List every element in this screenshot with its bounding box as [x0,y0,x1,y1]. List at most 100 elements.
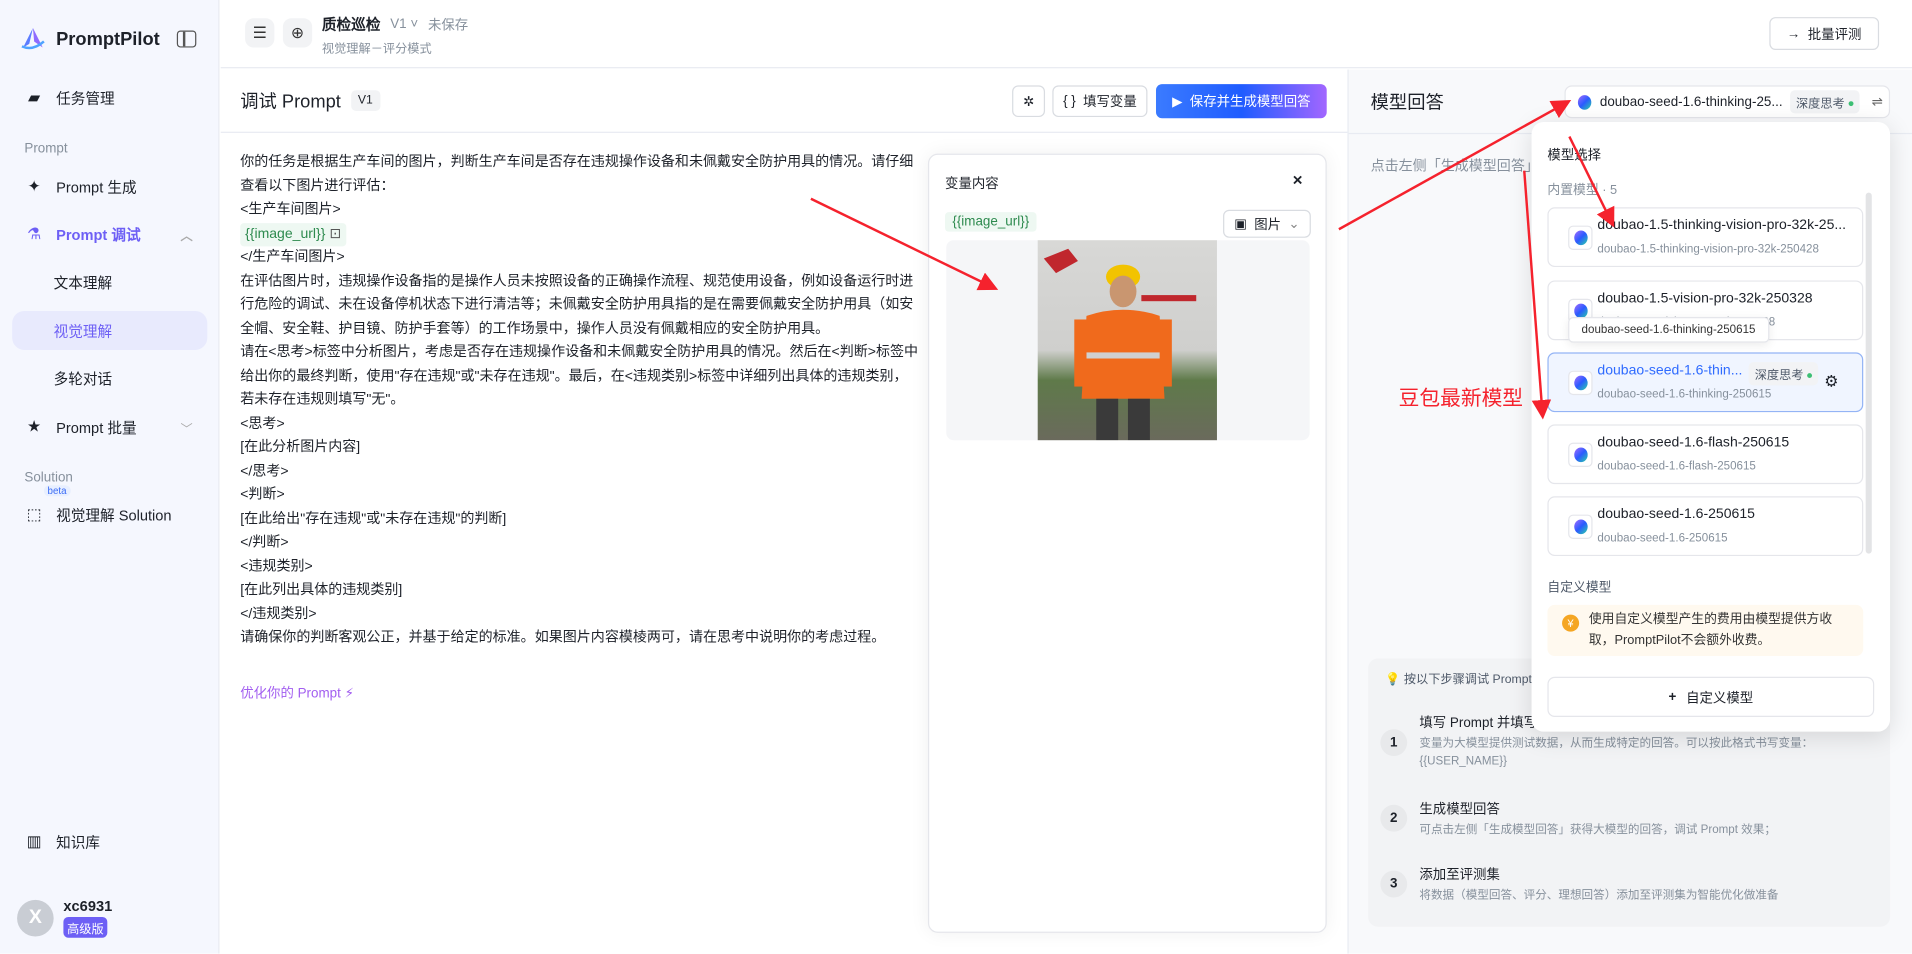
prompt-line: </判断> [240,535,289,550]
settings-sliders-icon[interactable]: ⇌ [1872,94,1883,110]
save-generate-label: 保存并生成模型回答 [1189,95,1311,110]
folder-icon: ▰ [28,87,41,107]
sidebar-collapse-icon[interactable] [176,30,197,48]
sparkle-wand-icon: ⚡ [344,686,355,702]
version-label: V1 [390,16,407,32]
editor-title: 调试 Prompt [240,91,341,113]
sidebar-item-knowledge[interactable]: ▥ 知识库 [12,822,207,861]
step-description: 可点击左侧「生成模型回答」获得大模型的回答，调试 Prompt 效果； [1419,823,1776,837]
step-description: 变量为大模型提供测试数据，从而生成特定的回答。可以按此格式书写变量：{{USER… [1419,736,1814,769]
model-option-id: doubao-1.5-thinking-vision-pro-32k-25042… [1597,242,1819,257]
uploaded-worker-photo [1037,240,1217,441]
sidebar-item-multi-turn[interactable]: 多轮对话 [12,359,207,398]
books-icon: ▥ [26,831,42,850]
sidebar-item-vision-solution[interactable]: beta ⬚ 视觉理解 Solution [12,485,207,534]
variable-panel: 变量内容 × {{image_url}} ▣ 图片 ⌄ [927,153,1327,933]
sidebar-item-prompt-batch[interactable]: ★ Prompt 批量 ﹀ [12,407,207,446]
braces-icon: { } [1063,93,1076,109]
avatar: X [17,899,54,937]
dropdown-scrollbar[interactable] [1865,192,1872,554]
optimize-prompt-link[interactable]: 优化你的 Prompt ⚡ [240,683,354,703]
app-name: PromptPilot [56,28,160,50]
add-custom-model-button[interactable]: + 自定义模型 [1547,676,1875,718]
response-title: 模型回答 [1370,92,1444,114]
plan-badge: 高级版 [63,916,108,938]
batch-eval-button[interactable]: → 批量评测 [1769,17,1880,50]
prompt-line: </生产车间图片> [240,249,345,265]
magic-wand-icon: ✦ [27,176,41,196]
add-custom-model-label: 自定义模型 [1686,690,1754,706]
flask-icon: ⚗ [27,224,42,243]
editor-version-tag: V1 [350,90,381,111]
prompt-line: <生产车间图片> [240,202,341,218]
variable-name: {{image_url}} [245,226,326,241]
steps-guide-title: 💡 按以下步骤调试 Prompt [1385,668,1532,686]
save-generate-button[interactable]: ▶ 保存并生成模型回答 [1155,84,1327,119]
model-option-selected[interactable]: doubao-seed-1.6-thin... 深度思考 ⚙ doubao-seed-… [1547,352,1864,413]
beta-badge: beta [43,485,71,497]
arrow-right-icon: → [1787,26,1801,41]
prompt-line: </违规类别> [240,606,317,622]
sidebar-item-label: 视觉理解 Solution [56,506,172,524]
prompt-editor[interactable]: 你的任务是根据生产车间的图片，判断生产车间是否存在违规操作设备和未佩戴安全防护用… [240,151,918,650]
model-option[interactable]: doubao-seed-1.6-250615 doubao-seed-1.6-25… [1547,496,1864,557]
model-selector[interactable]: doubao-seed-1.6-thinking-25... 深度思考 ⇌ [1564,85,1891,119]
model-option-id: doubao-seed-1.6-thinking-250615 [1597,387,1772,402]
image-preview-area[interactable] [946,240,1310,441]
step-number: 3 [1380,870,1408,898]
save-status: 未保存 [427,17,469,33]
model-option-id: doubao-seed-1.6-flash-250615 [1597,459,1756,474]
chevron-up-icon: ︿ [180,229,193,244]
add-circle-icon[interactable]: ⊕ [282,18,313,48]
model-option[interactable]: doubao-seed-1.6-flash-250615 doubao-seed-… [1547,424,1864,485]
deep-think-label: 深度思考 [1754,369,1804,383]
close-icon[interactable]: × [1293,169,1303,189]
doubao-logo-icon [1568,514,1593,539]
deep-think-badge: 深度思考 [1789,90,1860,114]
variable-panel-title: 变量内容 [945,176,999,192]
fill-variables-button[interactable]: { } 填写变量 [1052,85,1148,118]
image-upload-icon[interactable]: ⊡ [329,226,341,241]
batch-eval-label: 批量评测 [1807,27,1862,43]
cube-scan-icon: ⬚ [26,504,42,524]
prompt-line: </思考> [240,463,289,479]
model-option[interactable]: doubao-1.5-thinking-vision-pro-32k-25...… [1547,207,1864,268]
fee-notice-text: 使用自定义模型产生的费用由模型提供方收取，PromptPilot不会额外收费。 [1588,612,1833,648]
sidebar-item-label: Prompt 生成 [56,178,137,196]
sidebar-item-prompt-debug[interactable]: ⚗ Prompt 调试 ︿ [12,215,207,254]
magic-icon[interactable]: ✲ [1012,85,1046,118]
optimize-label: 优化你的 Prompt [240,686,341,702]
model-name-tooltip: doubao-seed-1.6-thinking-250615 [1568,317,1769,343]
variable-type-label: 图片 [1254,217,1282,233]
sidebar-item-prompt-generate[interactable]: ✦ Prompt 生成 [12,167,207,206]
steps-title-label: 按以下步骤调试 Prompt [1403,673,1532,687]
variable-type-select[interactable]: ▣ 图片 ⌄ [1223,209,1311,238]
variable-chip[interactable]: {{image_url}} ⊡ [240,222,346,247]
doubao-logo-icon [1575,93,1593,111]
prompt-line: <思考> [240,416,285,432]
model-option-name: doubao-seed-1.6-thin... [1597,363,1743,379]
sidebar-item-label: Prompt 批量 [56,418,137,436]
sidebar-item-label: 视觉理解 [53,322,113,340]
builtin-count: 5 [1610,182,1618,198]
response-hint: 点击左侧「生成模型回答」 [1370,159,1539,175]
user-profile[interactable]: X xc6931 高级版 [17,897,112,938]
selected-model-name: doubao-seed-1.6-thinking-25... [1599,94,1783,110]
editor-toolbar: 调试 Prompt V1 ✲ { } 填写变量 ▶ 保存并生成模型回答 [220,70,1348,133]
sidebar-item-text-understanding[interactable]: 文本理解 [12,262,207,301]
step-number: 1 [1380,729,1408,757]
sidebar-item-task-management[interactable]: ▰ 任务管理 [12,78,207,117]
chevron-down-icon: ﹀ [180,422,193,436]
model-option-id: doubao-seed-1.6-250615 [1597,531,1728,546]
menu-icon[interactable]: ☰ [245,18,275,48]
builtin-label: 内置模型 [1547,182,1599,198]
fill-variables-label: 填写变量 [1083,95,1137,110]
sidebar-item-vision-understanding[interactable]: 视觉理解 [12,310,208,350]
deep-think-badge: 深度思考 [1748,362,1819,386]
version-select[interactable]: V1 ˅ [390,16,418,31]
gear-icon[interactable]: ⚙ [1824,372,1838,392]
task-title: 质检巡检 [321,15,381,33]
username: xc6931 [63,897,113,915]
variable-name-tag: {{image_url}} [945,212,1037,232]
app-logo[interactable]: PromptPilot [20,27,160,51]
